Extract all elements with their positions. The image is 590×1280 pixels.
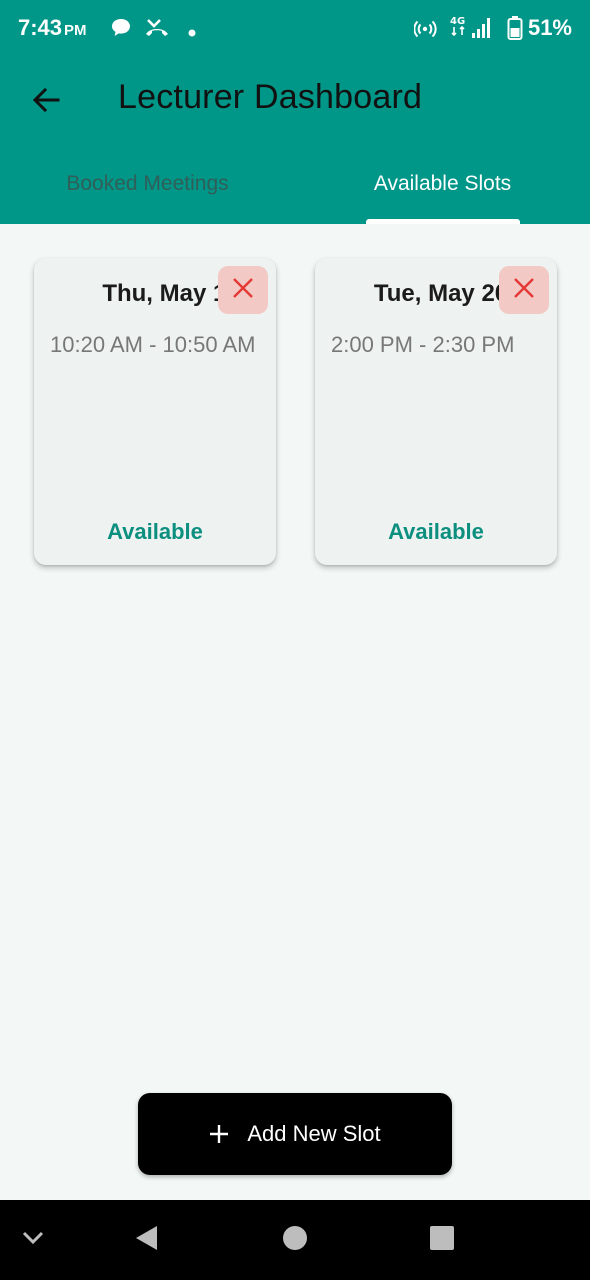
nav-hide-button[interactable] — [13, 1220, 53, 1260]
slot-status: Available — [107, 519, 203, 544]
recents-square-icon — [429, 1225, 455, 1256]
back-button[interactable] — [26, 82, 66, 122]
nav-recents-button[interactable] — [422, 1220, 462, 1260]
battery-icon — [507, 15, 523, 46]
status-time-ampm: PM — [64, 22, 87, 39]
status-bar: 7:43 PM 4G 51% — [0, 0, 590, 56]
network-4g-icon: 4G — [449, 14, 469, 45]
chat-icon — [110, 17, 132, 44]
svg-text:4G: 4G — [450, 16, 465, 27]
battery-percentage: 51% — [527, 15, 572, 40]
app-bar: Lecturer Dashboard — [0, 56, 590, 144]
slot-time: 10:20 AM - 10:50 AM — [50, 332, 256, 357]
plus-icon — [209, 1124, 229, 1144]
page-title: Lecturer Dashboard — [118, 78, 423, 116]
nav-home-button[interactable] — [275, 1220, 315, 1260]
close-icon — [232, 277, 254, 304]
chevron-down-icon — [21, 1230, 45, 1251]
nav-back-button[interactable] — [126, 1220, 166, 1260]
slot-card[interactable]: Thu, May 15 10:20 AM - 10:50 AM Availabl… — [34, 258, 276, 565]
arrow-back-icon — [31, 85, 61, 120]
tab-booked-meetings[interactable]: Booked Meetings — [0, 144, 295, 224]
signal-icon — [470, 16, 494, 45]
status-time-value: 7:43 — [18, 15, 63, 40]
notification-dot-icon — [188, 24, 196, 42]
home-circle-icon — [282, 1225, 308, 1256]
back-triangle-icon — [133, 1224, 159, 1257]
slot-time: 2:00 PM - 2:30 PM — [331, 332, 515, 357]
add-new-slot-label: Add New Slot — [247, 1121, 381, 1146]
hotspot-icon — [413, 16, 438, 45]
tab-available-slots[interactable]: Available Slots — [295, 144, 590, 224]
status-time: 7:43 PM — [18, 15, 87, 41]
missed-call-icon — [144, 16, 170, 43]
tab-indicator — [366, 219, 520, 224]
add-new-slot-button[interactable]: Add New Slot — [138, 1093, 452, 1175]
delete-slot-button[interactable] — [218, 266, 268, 314]
tab-bar: Booked Meetings Available Slots — [0, 144, 590, 224]
close-icon — [513, 277, 535, 304]
slot-card[interactable]: Tue, May 20 2:00 PM - 2:30 PM Available — [315, 258, 557, 565]
system-nav-bar — [0, 1200, 590, 1280]
slot-status: Available — [388, 519, 484, 544]
delete-slot-button[interactable] — [499, 266, 549, 314]
